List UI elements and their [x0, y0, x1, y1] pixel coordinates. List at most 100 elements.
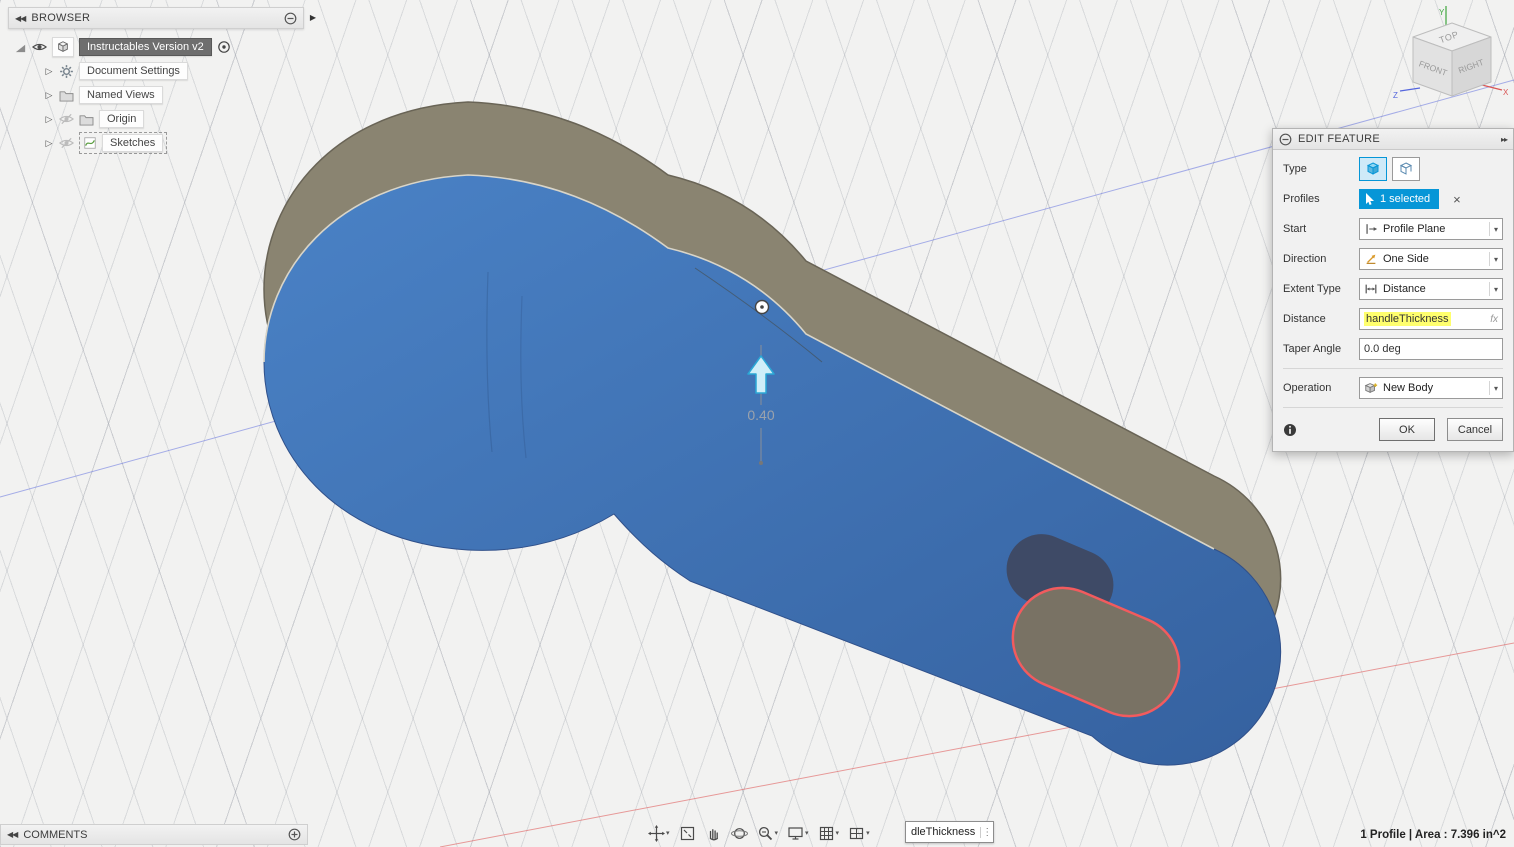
clear-selection-icon[interactable]: × — [1453, 192, 1461, 207]
chevron-down-icon[interactable]: ▾ — [775, 829, 779, 837]
viewports-icon — [848, 825, 865, 842]
ok-button[interactable]: OK — [1379, 418, 1435, 441]
start-dropdown[interactable]: Profile Plane ▾ — [1359, 218, 1503, 240]
collapse-comments-icon[interactable]: ◀◀ — [7, 830, 17, 839]
selection-status-text: 1 Profile | Area : 7.396 in^2 — [1360, 829, 1506, 841]
expand-arrow-icon[interactable]: ▷ — [44, 66, 54, 77]
start-label: Start — [1283, 223, 1359, 235]
visibility-off-eye-icon[interactable] — [59, 137, 74, 149]
browser-panel: ◀◀ BROWSER ▶ — [8, 7, 304, 155]
operation-dropdown[interactable]: New Body ▾ — [1359, 377, 1503, 399]
chevron-down-icon[interactable]: ▾ — [836, 829, 840, 837]
collapse-dialog-icon[interactable] — [1279, 133, 1292, 146]
floating-dimension-input[interactable]: dleThickness ⋮ — [905, 821, 994, 843]
tree-item-label[interactable]: Origin — [99, 110, 144, 128]
info-icon[interactable] — [1283, 423, 1297, 437]
distance-extent-icon — [1364, 282, 1378, 296]
tree-item-origin[interactable]: ▷ Origin — [8, 107, 304, 131]
distance-value: handleThickness — [1364, 312, 1451, 326]
sketch-icon — [83, 136, 97, 150]
tree-item-document-settings[interactable]: ▷ Document Settings — [8, 59, 304, 83]
tree-item-sketches[interactable]: ▷ Sketches — [8, 131, 304, 155]
direction-label: Direction — [1283, 253, 1359, 265]
navigation-toolbar: ▾ ▾ — [645, 822, 873, 844]
orbit-tool[interactable] — [728, 825, 751, 842]
zoom-icon — [757, 825, 774, 842]
extrude-type-thin-button[interactable] — [1392, 157, 1420, 181]
chevron-down-icon[interactable]: ▾ — [1489, 222, 1498, 236]
start-row: Start Profile Plane ▾ — [1283, 218, 1503, 240]
add-comment-icon[interactable] — [288, 828, 301, 841]
tree-root-component[interactable]: Instructables Version v2 — [8, 35, 304, 59]
visibility-eye-icon[interactable] — [32, 41, 47, 53]
browser-tree: Instructables Version v2 ▷ Document Sett… — [8, 35, 304, 155]
display-settings-tool[interactable]: ▾ — [784, 825, 812, 842]
taper-angle-row: Taper Angle 0.0 deg — [1283, 338, 1503, 360]
edit-feature-header[interactable]: EDIT FEATURE ▸▸ — [1273, 129, 1513, 150]
tree-item-label[interactable]: Named Views — [79, 86, 163, 104]
orbit-icon — [731, 825, 748, 842]
fit-tool[interactable] — [676, 825, 699, 842]
activate-component-radio-icon[interactable] — [217, 40, 231, 54]
root-component-label[interactable]: Instructables Version v2 — [79, 38, 212, 56]
chevron-down-icon[interactable]: ▾ — [1489, 282, 1498, 296]
cancel-button[interactable]: Cancel — [1447, 418, 1503, 441]
sketches-group: Sketches — [79, 132, 167, 154]
chevron-down-icon[interactable]: ▾ — [866, 829, 870, 837]
axis-x-label: X — [1503, 88, 1509, 97]
extrude-type-solid-button[interactable] — [1359, 157, 1387, 181]
direction-value: One Side — [1383, 253, 1484, 265]
dialog-title: EDIT FEATURE — [1298, 133, 1495, 145]
grid-snap-tool[interactable]: ▾ — [815, 825, 843, 842]
expand-arrow-icon[interactable]: ▷ — [44, 138, 54, 149]
direction-row: Direction One Side ▾ — [1283, 248, 1503, 270]
chevron-down-icon[interactable]: ▾ — [666, 829, 670, 837]
extent-type-value: Distance — [1383, 283, 1484, 295]
profiles-selected-pill[interactable]: 1 selected — [1359, 189, 1439, 209]
chevron-down-icon[interactable]: ▾ — [805, 829, 809, 837]
zoom-tool[interactable]: ▾ — [754, 825, 782, 842]
dock-dialog-icon[interactable]: ▸▸ — [1501, 135, 1507, 144]
active-component-marker-icon — [14, 41, 27, 54]
tree-item-label[interactable]: Sketches — [102, 134, 163, 152]
profile-plane-icon — [1364, 222, 1378, 236]
browser-header[interactable]: ◀◀ BROWSER ▶ — [8, 7, 304, 29]
distance-input[interactable]: handleThickness fx — [1359, 308, 1503, 330]
taper-angle-input[interactable]: 0.0 deg — [1359, 338, 1503, 360]
folder-icon — [79, 113, 94, 126]
fit-icon — [679, 825, 696, 842]
chevron-down-icon[interactable]: ▾ — [1489, 381, 1498, 395]
distance-label: Distance — [1283, 313, 1359, 325]
viewcube[interactable]: Y X Z TOP FRONT RIGHT — [1390, 4, 1510, 119]
drag-grip-icon[interactable]: ⋮ — [980, 827, 993, 838]
sketch-point-dot — [760, 305, 764, 309]
expand-arrow-icon[interactable]: ▷ — [44, 90, 54, 101]
extent-type-row: Extent Type Distance ▾ — [1283, 278, 1503, 300]
pan-tool[interactable]: ▾ — [645, 825, 673, 842]
profiles-label: Profiles — [1283, 193, 1359, 205]
collapse-panel-icon[interactable]: ◀◀ — [15, 14, 25, 23]
minimize-panel-icon[interactable] — [284, 12, 297, 25]
cursor-icon — [1365, 193, 1375, 205]
floating-input-value[interactable]: dleThickness — [906, 826, 980, 838]
type-label: Type — [1283, 163, 1359, 175]
dialog-footer: OK Cancel — [1273, 416, 1513, 451]
panel-expander-icon[interactable]: ▶ — [310, 13, 316, 22]
extent-type-dropdown[interactable]: Distance ▾ — [1359, 278, 1503, 300]
comments-bar[interactable]: ◀◀ COMMENTS — [0, 824, 308, 845]
edit-feature-dialog: EDIT FEATURE ▸▸ Type — [1272, 128, 1514, 452]
distance-row: Distance handleThickness fx — [1283, 308, 1503, 330]
direction-dropdown[interactable]: One Side ▾ — [1359, 248, 1503, 270]
dimension-value[interactable]: 0.40 — [747, 407, 774, 423]
taper-angle-label: Taper Angle — [1283, 343, 1359, 355]
chevron-down-icon[interactable]: ▾ — [1489, 252, 1498, 266]
browser-title: BROWSER — [31, 12, 278, 24]
viewports-tool[interactable]: ▾ — [845, 825, 873, 842]
operation-value: New Body — [1383, 382, 1484, 394]
tree-item-label[interactable]: Document Settings — [79, 62, 188, 80]
pan-hand-tool[interactable] — [702, 825, 725, 842]
new-body-icon — [1364, 381, 1378, 395]
visibility-off-eye-icon[interactable] — [59, 113, 74, 125]
tree-item-named-views[interactable]: ▷ Named Views — [8, 83, 304, 107]
expand-arrow-icon[interactable]: ▷ — [44, 114, 54, 125]
